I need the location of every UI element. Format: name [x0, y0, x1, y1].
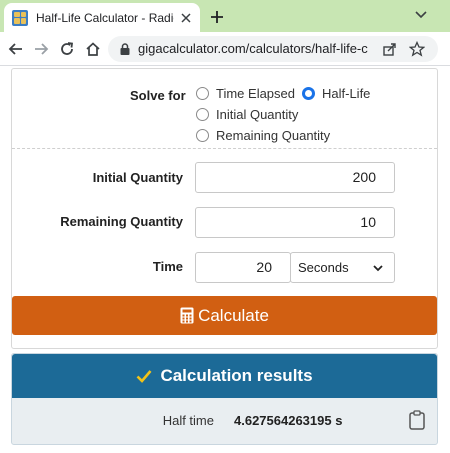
results-header: Calculation results	[12, 354, 437, 398]
tab-strip: Half-Life Calculator - Radioactive	[0, 0, 450, 32]
half-time-label: Half time	[162, 413, 214, 428]
radio-initial-quantity[interactable]: Initial Quantity	[196, 107, 298, 122]
radio-half-life[interactable]: Half-Life	[302, 86, 370, 101]
radio-label: Remaining Quantity	[216, 128, 331, 143]
calculator-favicon-icon	[12, 9, 28, 26]
home-button[interactable]	[83, 39, 103, 59]
time-label: Time	[152, 259, 183, 274]
clipboard-icon[interactable]	[409, 410, 425, 430]
chevron-down-icon	[373, 265, 383, 272]
chevron-down-icon	[415, 11, 427, 19]
calculator-form: Solve for Time Elapsed Half-Life Initial…	[11, 68, 438, 349]
browser-toolbar: gigacalculator.com/calculators/half-life…	[0, 32, 450, 66]
time-unit-select[interactable]: Seconds	[290, 252, 395, 283]
radio-button[interactable]	[196, 87, 209, 100]
forward-button[interactable]	[31, 39, 51, 59]
browser-tab[interactable]: Half-Life Calculator - Radioactive	[4, 3, 200, 32]
radio-button[interactable]	[196, 129, 209, 142]
close-icon[interactable]	[178, 10, 194, 26]
radio-button[interactable]	[196, 108, 209, 121]
address-bar[interactable]: gigacalculator.com/calculators/half-life…	[108, 36, 438, 62]
result-row: Half time 4.627564263195 s	[12, 398, 437, 444]
radio-label: Time Elapsed	[216, 86, 295, 101]
radio-label: Initial Quantity	[216, 107, 299, 122]
arrow-left-icon	[8, 43, 22, 55]
share-icon[interactable]	[380, 40, 398, 58]
url-text[interactable]: gigacalculator.com/calculators/half-life…	[138, 41, 368, 57]
radio-label: Half-Life	[322, 86, 371, 101]
radio-remaining-quantity[interactable]: Remaining Quantity	[196, 128, 330, 143]
lock-icon[interactable]	[118, 42, 132, 56]
tab-search-button[interactable]	[412, 6, 430, 24]
remaining-quantity-input[interactable]: 10	[195, 207, 395, 238]
radio-button-selected[interactable]	[302, 87, 315, 100]
radio-time-elapsed[interactable]: Time Elapsed	[196, 86, 295, 101]
results-heading: Calculation results	[160, 366, 313, 385]
back-button[interactable]	[6, 39, 26, 59]
divider	[12, 148, 437, 149]
reload-icon	[61, 42, 74, 55]
half-time-value: 4.627564263195 s	[234, 413, 343, 428]
arrow-right-icon	[35, 43, 49, 55]
page-content: Solve for Time Elapsed Half-Life Initial…	[0, 66, 450, 453]
tab-title: Half-Life Calculator - Radioactive	[36, 10, 174, 25]
results-panel: Calculation results Half time 4.62756426…	[11, 353, 438, 445]
calculate-label: Calculate	[198, 305, 269, 325]
bookmark-star-icon[interactable]	[408, 40, 426, 58]
plus-icon	[211, 11, 223, 23]
new-tab-button[interactable]	[206, 6, 228, 28]
reload-button[interactable]	[57, 39, 77, 59]
time-unit-value: Seconds	[298, 260, 349, 275]
calculate-button[interactable]: Calculate	[12, 296, 437, 335]
initial-quantity-input[interactable]: 200	[195, 162, 395, 193]
time-input[interactable]: 20	[195, 252, 291, 283]
solve-for-label: Solve for	[130, 88, 186, 103]
remaining-quantity-label: Remaining Quantity	[60, 214, 183, 229]
checkmark-icon	[137, 370, 152, 383]
calculator-icon	[180, 307, 194, 324]
home-icon	[86, 42, 100, 56]
initial-quantity-label: Initial Quantity	[92, 170, 183, 185]
